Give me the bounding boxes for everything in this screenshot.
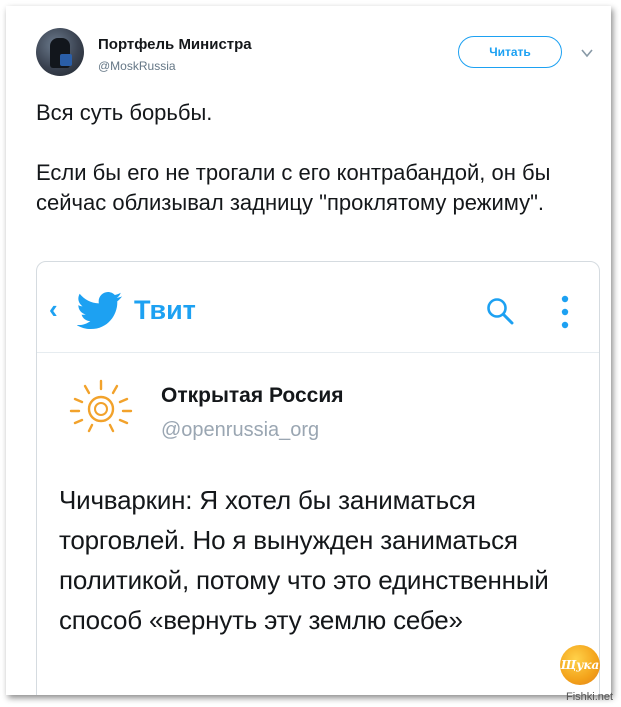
author-name[interactable]: Портфель Министра [98,36,252,53]
watermark-site: Fishki.net [566,691,614,703]
tweet-header: Портфель Министра @MoskRussia Читать [6,6,611,86]
tweet-text-paragraph: Если бы его не трогали с его контрабандо… [36,160,551,215]
embedded-screenshot[interactable]: ‹ Твит Открытая Россия @openrussia_org Ч… [36,261,600,695]
sun-logo-icon [69,379,133,433]
original-tweet-text: Чичваркин: Я хотел бы заниматься торговл… [59,485,549,635]
search-icon [487,298,514,325]
twitter-bird-icon [77,292,123,330]
author-handle[interactable]: @MoskRussia [98,59,176,73]
more-vertical-icon [561,295,569,329]
chevron-left-icon: ‹ [49,294,58,324]
tweet-text: Вся суть борьбы. Если бы его не трогали … [36,98,606,218]
follow-button[interactable]: Читать [458,36,562,68]
watermark-logo: Щука [560,645,600,685]
tweet-card: Портфель Министра @MoskRussia Читать Вся… [6,6,611,695]
chevron-down-icon[interactable] [580,46,594,60]
original-author-name: Открытая Россия [161,384,344,407]
avatar[interactable] [36,28,84,76]
tweet-text-line: Вся суть борьбы. [36,100,213,125]
original-author-handle: @openrussia_org [161,419,320,441]
app-bar-title: Твит [134,295,196,325]
embedded-app-bar: ‹ Твит [37,262,599,353]
